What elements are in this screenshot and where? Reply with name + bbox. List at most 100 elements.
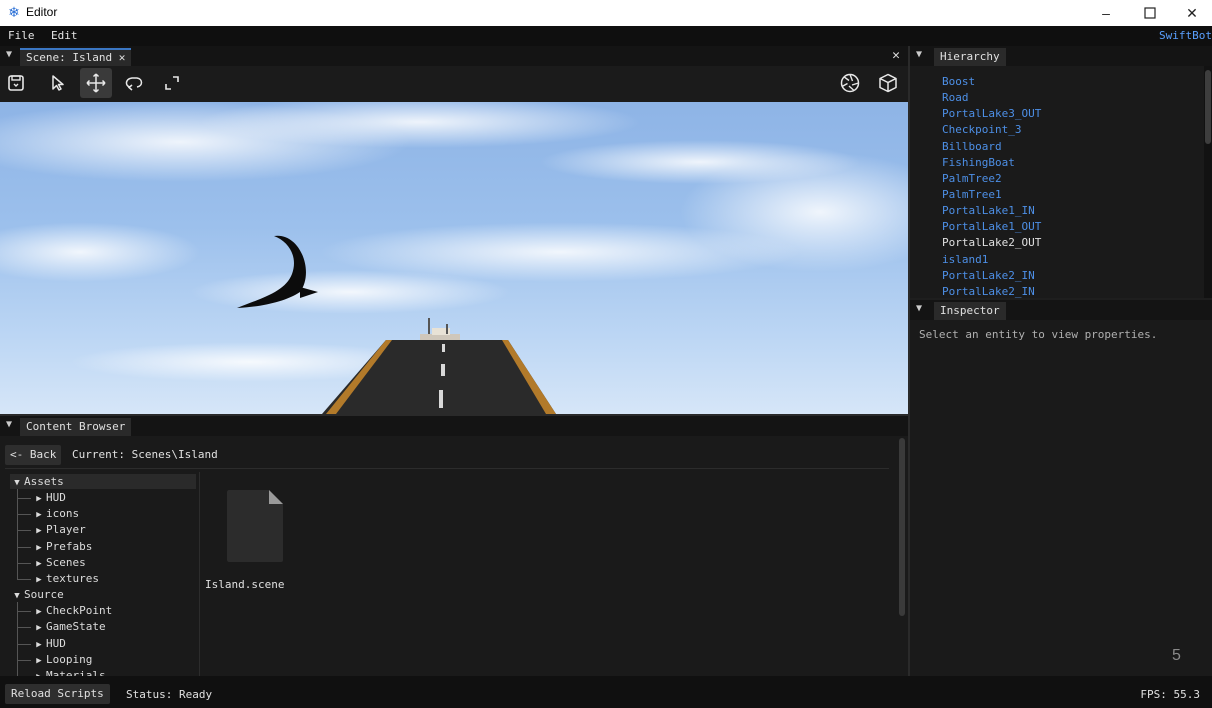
- menubar: File Edit SwiftBot: [0, 26, 1212, 46]
- camera-aperture-icon[interactable]: [834, 68, 866, 98]
- tree-item[interactable]: ▶ Scenes: [32, 555, 86, 572]
- content-scroll-thumb[interactable]: [899, 438, 905, 616]
- save-icon[interactable]: [0, 68, 32, 98]
- caret-right-icon[interactable]: ▶: [32, 654, 46, 669]
- caret-right-icon[interactable]: ▶: [32, 524, 46, 539]
- caret-right-icon[interactable]: ▶: [32, 605, 46, 620]
- file-item-island-scene[interactable]: Island.scene: [205, 484, 295, 594]
- hierarchy-item[interactable]: FishingBoat: [942, 155, 1202, 171]
- hierarchy-list: Boost Road PortalLake3_OUT Checkpoint_3 Bill…: [942, 74, 1202, 300]
- file-label: Island.scene: [205, 578, 285, 591]
- tree-item[interactable]: ▼ Assets: [10, 474, 196, 489]
- hierarchy-scrollbar[interactable]: [1204, 66, 1212, 298]
- tree-item[interactable]: ▶Materials: [32, 668, 105, 676]
- collapse-icon[interactable]: ▼: [916, 303, 922, 314]
- tree-guide-line: [17, 489, 18, 579]
- caret-right-icon[interactable]: ▶: [32, 508, 46, 523]
- inspector-panel: ▼ Inspector Select an entity to view pro…: [910, 300, 1212, 676]
- caret-right-icon[interactable]: ▶: [32, 573, 46, 588]
- tree-connector: [17, 514, 31, 516]
- hierarchy-item[interactable]: PortalLake2_IN: [942, 284, 1202, 300]
- hierarchy-panel-header: ▼ Hierarchy: [910, 46, 1212, 66]
- tab-inspector[interactable]: Inspector: [934, 302, 1006, 320]
- menu-file[interactable]: File: [8, 29, 35, 42]
- tree-connector: [17, 546, 31, 548]
- rotate-icon[interactable]: [118, 68, 150, 98]
- inspector-hint: Select an entity to view properties.: [919, 328, 1158, 341]
- tree-item-label: HUD: [46, 491, 66, 505]
- minimize-icon[interactable]: –: [1084, 0, 1128, 26]
- tree-item-label: HUD: [46, 636, 66, 650]
- move-icon[interactable]: [80, 68, 112, 98]
- caret-right-icon[interactable]: ▶: [32, 541, 46, 556]
- window-titlebar: ❄ Editor – ✕: [0, 0, 1212, 26]
- tree-item[interactable]: ▶ textures: [32, 571, 99, 586]
- tree-item[interactable]: ▶ CheckPoint: [32, 603, 112, 618]
- content-scrollbar[interactable]: [898, 438, 906, 618]
- caret-right-icon[interactable]: ▶: [32, 492, 46, 507]
- collapse-icon[interactable]: ▼: [6, 49, 12, 60]
- tree-item[interactable]: ▶ HUD: [32, 636, 66, 651]
- caret-right-icon[interactable]: ▶: [32, 557, 46, 572]
- tree-item[interactable]: ▶ GameState: [32, 619, 105, 636]
- menu-edit[interactable]: Edit: [51, 29, 78, 42]
- close-icon[interactable]: ✕: [1170, 0, 1212, 26]
- status-bar: Reload Scripts Status: Ready FPS: 55.3: [0, 676, 1212, 708]
- tab-scene-island[interactable]: Scene: Island ✕: [20, 48, 132, 66]
- tree-item-label: CheckPoint: [46, 604, 113, 618]
- hierarchy-item[interactable]: Checkpoint_3: [942, 122, 1202, 138]
- tree-item[interactable]: ▶ HUD: [32, 490, 66, 505]
- hierarchy-item[interactable]: PortalLake2_IN: [942, 268, 1202, 284]
- hierarchy-item[interactable]: PortalLake3_OUT: [942, 106, 1202, 122]
- maximize-icon[interactable]: [1128, 0, 1172, 26]
- tree-item[interactable]: ▶ icons: [32, 506, 79, 521]
- tree-connector: [17, 643, 31, 645]
- tree-item[interactable]: ▼ Source: [10, 587, 64, 602]
- tree-connector: [17, 659, 31, 661]
- back-button[interactable]: <- Back: [5, 445, 62, 465]
- tab-label: Scene: Island: [26, 51, 113, 64]
- tree-guide-line: [17, 602, 18, 676]
- hierarchy-item[interactable]: PortalLake1_OUT: [942, 219, 1202, 235]
- collapse-icon[interactable]: ▼: [6, 419, 12, 430]
- reload-scripts-button[interactable]: Reload Scripts: [5, 684, 110, 704]
- hierarchy-item[interactable]: island1: [942, 252, 1202, 268]
- divider: [5, 468, 889, 469]
- scene-render: [0, 102, 908, 414]
- tree-connector: [17, 498, 31, 500]
- tree-connector: [17, 611, 31, 613]
- caret-right-icon[interactable]: ▶: [32, 621, 46, 636]
- tab-close-icon[interactable]: ✕: [119, 51, 126, 64]
- select-pointer-icon[interactable]: [42, 68, 74, 98]
- tab-hierarchy[interactable]: Hierarchy: [934, 48, 1006, 66]
- scene-viewport[interactable]: [0, 102, 908, 414]
- hierarchy-item[interactable]: Road: [942, 90, 1202, 106]
- tree-item-label: Source: [24, 588, 64, 602]
- tab-content-browser[interactable]: Content Browser: [20, 418, 132, 436]
- tree-item[interactable]: ▶ Prefabs: [32, 539, 92, 554]
- tree-item[interactable]: ▶ Player: [32, 522, 85, 539]
- scene-panel-header: ▼ Scene: Island ✕ ✕: [0, 46, 908, 66]
- hierarchy-item[interactable]: PalmTree1: [942, 187, 1202, 203]
- content-browser-panel: ▼ Content Browser <- Back Current: Scene…: [0, 416, 908, 676]
- corner-number: 5: [1172, 647, 1181, 664]
- hierarchy-item[interactable]: PortalLake1_IN: [942, 203, 1202, 219]
- tree-item-label: Scenes: [46, 555, 86, 569]
- tree-item-label: Looping: [46, 652, 93, 666]
- hierarchy-item[interactable]: PortalLake2_OUT: [942, 235, 1202, 251]
- brand-label: SwiftBot: [1159, 29, 1212, 42]
- hierarchy-scroll-thumb[interactable]: [1205, 70, 1211, 144]
- current-path: Current: Scenes\Island: [72, 448, 218, 461]
- divider[interactable]: [199, 472, 200, 676]
- caret-right-icon[interactable]: ▶: [32, 638, 46, 653]
- tree-item[interactable]: ▶ Looping: [32, 652, 92, 667]
- tree-item-label: textures: [46, 571, 99, 585]
- fps-readout: FPS: 55.3: [1140, 688, 1200, 701]
- cube-icon[interactable]: [872, 68, 904, 98]
- panel-close-icon[interactable]: ✕: [892, 48, 900, 63]
- collapse-icon[interactable]: ▼: [916, 49, 922, 60]
- hierarchy-item[interactable]: PalmTree2: [942, 171, 1202, 187]
- hierarchy-item[interactable]: Boost: [942, 74, 1202, 90]
- scale-icon[interactable]: [156, 68, 188, 98]
- hierarchy-item[interactable]: Billboard: [942, 139, 1202, 155]
